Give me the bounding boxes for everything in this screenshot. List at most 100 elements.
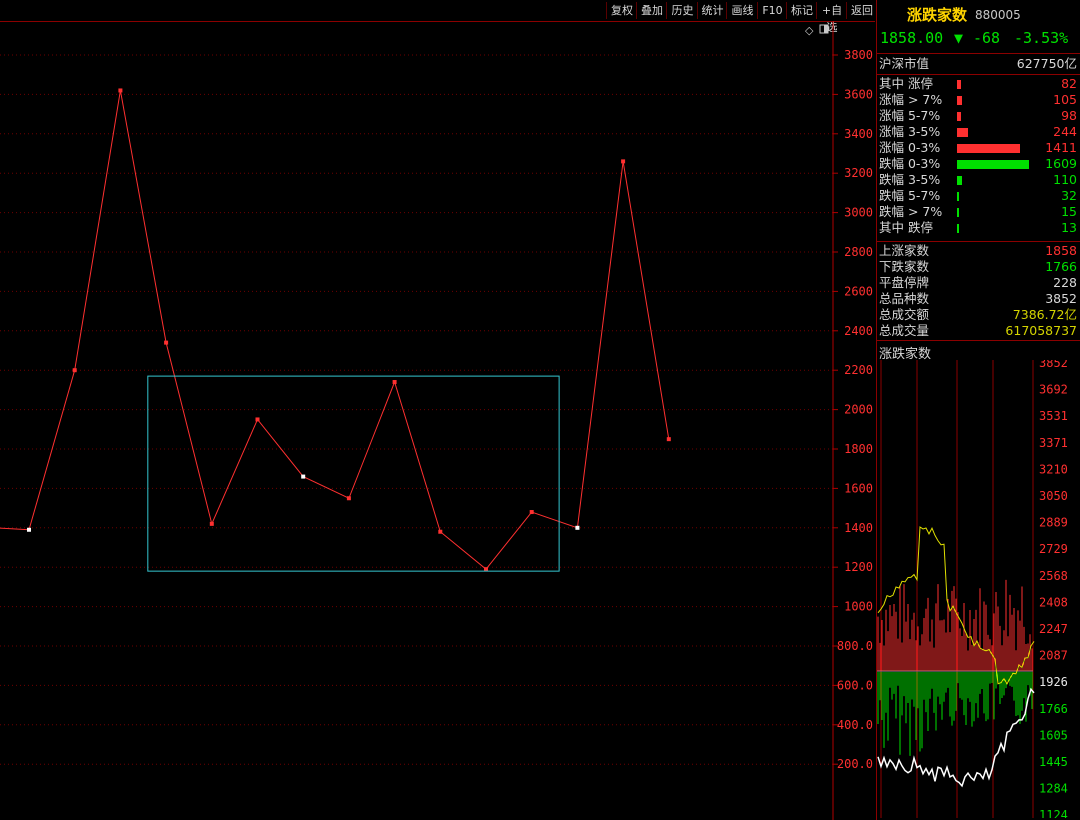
data-point (529, 510, 534, 515)
data-point (209, 521, 214, 526)
index-price: 1858.00 (880, 29, 944, 47)
data-point (72, 368, 77, 373)
y-tick-label: 1400 (844, 521, 873, 535)
y-tick-label: 2200 (844, 363, 873, 377)
breakdown-row: 涨幅 > 7% 105 (879, 92, 1079, 108)
mini-tick-label: 3692 (1039, 383, 1068, 397)
breakdown-row: 涨幅 5-7% 98 (879, 108, 1079, 124)
mini-tick-label: 2087 (1039, 649, 1068, 663)
breakdown-value: 13 (1061, 220, 1077, 235)
stat-row: 上涨家数 1858 (879, 243, 1079, 259)
breakdown-row: 涨幅 3-5% 244 (879, 124, 1079, 140)
breakdown-label: 其中 涨停 (879, 76, 933, 91)
y-tick-label: 600.0 (837, 678, 873, 692)
stat-label: 平盘停牌 (879, 275, 930, 290)
mini-tick-label: 2247 (1039, 622, 1068, 636)
main-chart[interactable]: 3800 3600 3400 3200 3000 2800 2600 2400 2200 2000… (0, 0, 876, 820)
breakdown-label: 跌幅 3-5% (879, 172, 941, 187)
breakdown-value: 244 (1053, 124, 1077, 139)
mini-tick-label: 2408 (1039, 595, 1068, 609)
data-point (301, 474, 306, 479)
breakdown-row: 跌幅 0-3% 1609 (879, 156, 1079, 172)
breakdown-row: 涨幅 0-3% 1411 (879, 140, 1079, 156)
y-tick-label: 3800 (844, 48, 873, 62)
mini-tick-label: 2729 (1039, 542, 1068, 556)
breakdown-bar (957, 128, 968, 137)
breakdown-label: 跌幅 0-3% (879, 156, 941, 171)
market-cap-label: 沪深市值 (879, 56, 930, 71)
breakdown-value: 1609 (1045, 156, 1077, 171)
breakdown-row: 跌幅 3-5% 110 (879, 172, 1079, 188)
y-tick-label: 3200 (844, 166, 873, 180)
series-line (0, 90, 670, 570)
stat-row: 总品种数 3852 (879, 291, 1079, 307)
data-point (164, 340, 169, 345)
mini-tick-label: 1124 (1039, 808, 1068, 818)
mini-tick-label: 3371 (1039, 436, 1068, 450)
breakdown-bar (957, 176, 962, 185)
mini-tick-label: 3852 (1039, 360, 1068, 370)
breakdown-value: 82 (1061, 76, 1077, 91)
data-point (575, 525, 580, 530)
y-tick-label: 200.0 (837, 757, 873, 771)
stat-label: 总成交额 (879, 307, 930, 322)
breakdown-label: 涨幅 5-7% (879, 108, 941, 123)
breakdown-row: 跌幅 5-7% 32 (879, 188, 1079, 204)
stat-row: 下跌家数 1766 (879, 259, 1079, 275)
window-icon-fill (824, 25, 828, 33)
mini-tick-label: 2568 (1039, 569, 1068, 583)
data-point (392, 380, 397, 385)
mini-tick-label: 1284 (1039, 782, 1068, 796)
breakdown-bar (957, 160, 1029, 169)
breakdown-label: 涨幅 > 7% (879, 92, 943, 107)
breakdown-bar (957, 144, 1020, 153)
index-change: -68 (973, 29, 1001, 47)
breakdown-value: 1411 (1045, 140, 1077, 155)
divider (877, 340, 1080, 341)
diamond-icon[interactable]: ◇ (805, 24, 814, 37)
mini-tick-label: 1605 (1039, 728, 1068, 742)
stat-value: 1858 (1045, 243, 1077, 258)
breakdown-row: 跌幅 > 7% 15 (879, 204, 1079, 220)
market-cap-row: 沪深市值 627750亿 (879, 56, 1079, 72)
y-tick-label: 3600 (844, 87, 873, 101)
breakdown-row: 其中 跌停 13 (879, 220, 1079, 236)
mini-tick-label: 1926 (1039, 675, 1068, 689)
divider (877, 74, 1080, 75)
mini-tick-label: 3210 (1039, 462, 1068, 476)
mini-tick-label: 1766 (1039, 702, 1068, 716)
breakdown-bar (957, 208, 959, 217)
stat-label: 总成交量 (879, 323, 930, 338)
breakdown-label: 跌幅 5-7% (879, 188, 941, 203)
y-tick-label: 1000 (844, 600, 873, 614)
data-point (27, 527, 31, 532)
breakdown-value: 98 (1061, 108, 1077, 123)
mini-tick-label: 2889 (1039, 516, 1068, 530)
divider (877, 241, 1080, 242)
down-arrow-icon: ▼ (954, 29, 964, 47)
y-tick-label: 1800 (844, 442, 873, 456)
breakdown-label: 其中 跌停 (879, 220, 933, 235)
stat-value: 228 (1053, 275, 1077, 290)
stat-value: 1766 (1045, 259, 1077, 274)
selection-box[interactable] (147, 375, 560, 572)
y-tick-label: 2800 (844, 245, 873, 259)
stat-value: 617058737 (1005, 323, 1077, 338)
y-tick-label: 2400 (844, 324, 873, 338)
y-tick-label: 3000 (844, 206, 873, 220)
breakdown-bar (957, 192, 959, 201)
breakdown-bar (957, 80, 961, 89)
breakdown-label: 跌幅 > 7% (879, 204, 943, 219)
data-point (484, 567, 488, 572)
stat-label: 总品种数 (879, 291, 930, 306)
y-tick-label: 3400 (844, 127, 873, 141)
data-point (438, 529, 443, 534)
index-change-pct: -3.53% (1014, 29, 1069, 47)
y-tick-label: 1600 (844, 481, 873, 495)
stat-value: 3852 (1045, 291, 1077, 306)
y-tick-label: 800.0 (837, 639, 873, 653)
breakdown-label: 涨幅 0-3% (879, 140, 941, 155)
stat-row: 平盘停牌 228 (879, 275, 1079, 291)
index-code: 880005 (975, 8, 1021, 22)
data-point (666, 437, 671, 442)
